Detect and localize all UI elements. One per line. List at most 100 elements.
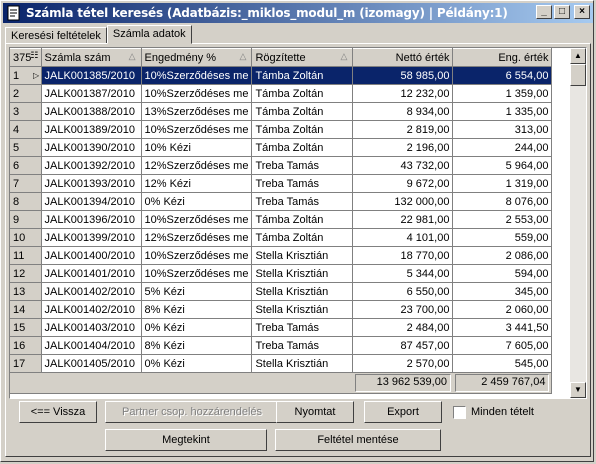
discount-cell[interactable]: 10%Szerződéses me [141,84,253,103]
table-row[interactable]: 10 JALK001399/2010 12%Szerződéses me Támba … [10,228,553,247]
table-row[interactable]: 4 JALK001389/2010 10%Szerződéses me Támba Z… [10,120,553,139]
discount-value-cell[interactable]: 1 335,00 [452,102,553,121]
invoice-number-cell[interactable]: JALK001403/2010 [41,318,142,337]
table-row[interactable]: 7 JALK001393/2010 12% Kézi Treba Tamás 9 672… [10,174,553,193]
row-number-cell[interactable]: 14 [10,300,42,319]
all-items-checkbox[interactable] [453,406,466,419]
save-filter-button[interactable]: Feltétel mentése [275,429,441,451]
discount-cell[interactable]: 8% Kézi [141,336,253,355]
title-bar[interactable]: Számla tétel keresés (Adatbázis:_miklos_… [3,3,593,23]
table-row[interactable]: 9 JALK001396/2010 10%Szerződéses me Támba Z… [10,210,553,229]
invoice-grid[interactable]: 375 ☷ Számla szám △ Engedmény % △ Rögzített… [9,47,587,399]
discount-value-cell[interactable]: 1 319,00 [452,174,553,193]
discount-cell[interactable]: 0% Kézi [141,318,253,337]
recorded-by-cell[interactable]: Treba Tamás [251,192,354,211]
discount-value-cell[interactable]: 2 553,00 [452,210,553,229]
row-number-cell[interactable]: 1 ▷ [10,66,42,85]
discount-value-cell[interactable]: 2 086,00 [452,246,553,265]
net-value-cell[interactable]: 2 196,00 [352,138,454,157]
invoice-number-cell[interactable]: JALK001385/2010 [41,66,142,85]
discount-value-cell[interactable]: 7 605,00 [452,336,553,355]
discount-value-cell[interactable]: 313,00 [452,120,553,139]
recorded-by-cell[interactable]: Támba Zoltán [251,138,354,157]
invoice-number-cell[interactable]: JALK001396/2010 [41,210,142,229]
row-number-cell[interactable]: 5 [10,138,42,157]
back-button[interactable]: <== Vissza [19,401,97,423]
discount-cell[interactable]: 12% Kézi [141,174,253,193]
recorded-by-cell[interactable]: Támba Zoltán [251,228,354,247]
recorded-by-cell[interactable]: Stella Krisztián [251,354,354,373]
recorded-by-cell[interactable]: Támba Zoltán [251,210,354,229]
net-value-cell[interactable]: 43 732,00 [352,156,454,175]
table-row[interactable]: 8 JALK001394/2010 0% Kézi Treba Tamás 132 00… [10,192,553,211]
table-row[interactable]: 2 JALK001387/2010 10%Szerződéses me Támba Z… [10,84,553,103]
col-header-invoice-number[interactable]: Számla szám △ [41,48,142,67]
recorded-by-cell[interactable]: Stella Krisztián [251,246,354,265]
row-number-cell[interactable]: 8 [10,192,42,211]
table-row[interactable]: 17 JALK001405/2010 0% Kézi Stella Krisztián… [10,354,553,373]
discount-cell[interactable]: 8% Kézi [141,300,253,319]
discount-cell[interactable]: 10%Szerződéses me [141,66,253,85]
net-value-cell[interactable]: 132 000,00 [352,192,454,211]
invoice-number-cell[interactable]: JALK001402/2010 [41,282,142,301]
table-row[interactable]: 11 JALK001400/2010 10%Szerződéses me Stella… [10,246,553,265]
row-number-cell[interactable]: 6 [10,156,42,175]
row-number-cell[interactable]: 7 [10,174,42,193]
discount-cell[interactable]: 10%Szerződéses me [141,210,253,229]
row-number-cell[interactable]: 16 [10,336,42,355]
discount-value-cell[interactable]: 244,00 [452,138,553,157]
net-value-cell[interactable]: 5 344,00 [352,264,454,283]
discount-cell[interactable]: 10% Kézi [141,138,253,157]
net-value-cell[interactable]: 2 570,00 [352,354,454,373]
discount-cell[interactable]: 0% Kézi [141,354,253,373]
invoice-number-cell[interactable]: JALK001389/2010 [41,120,142,139]
discount-value-cell[interactable]: 6 554,00 [452,66,553,85]
recorded-by-cell[interactable]: Támba Zoltán [251,120,354,139]
table-row[interactable]: 3 JALK001388/2010 13%Szerződéses me Támba Z… [10,102,553,121]
invoice-number-cell[interactable]: JALK001392/2010 [41,156,142,175]
print-button[interactable]: Nyomtat [276,401,354,423]
table-row[interactable]: 15 JALK001403/2010 0% Kézi Treba Tamás 2 484… [10,318,553,337]
invoice-number-cell[interactable]: JALK001404/2010 [41,336,142,355]
recorded-by-cell[interactable]: Stella Krisztián [251,300,354,319]
table-row[interactable]: 6 JALK001392/2010 12%Szerződéses me Treba T… [10,156,553,175]
discount-value-cell[interactable]: 2 060,00 [452,300,553,319]
discount-value-cell[interactable]: 8 076,00 [452,192,553,211]
col-header-net-value[interactable]: Nettó érték [352,48,454,67]
row-number-cell[interactable]: 17 [10,354,42,373]
table-row[interactable]: 1 ▷ JALK001385/2010 10%Szerződéses me Támba … [10,66,553,85]
invoice-number-cell[interactable]: JALK001399/2010 [41,228,142,247]
table-row[interactable]: 5 JALK001390/2010 10% Kézi Támba Zoltán 2 19… [10,138,553,157]
invoice-number-cell[interactable]: JALK001402/2010 [41,300,142,319]
net-value-cell[interactable]: 22 981,00 [352,210,454,229]
net-value-cell[interactable]: 4 101,00 [352,228,454,247]
net-value-cell[interactable]: 87 457,00 [352,336,454,355]
net-value-cell[interactable]: 23 700,00 [352,300,454,319]
net-value-cell[interactable]: 8 934,00 [352,102,454,121]
net-value-cell[interactable]: 58 985,00 [352,66,454,85]
column-chooser-icon[interactable]: ☷ [30,50,38,61]
row-number-cell[interactable]: 13 [10,282,42,301]
discount-cell[interactable]: 12%Szerződéses me [141,156,253,175]
net-value-cell[interactable]: 2 484,00 [352,318,454,337]
discount-value-cell[interactable]: 345,00 [452,282,553,301]
invoice-number-cell[interactable]: JALK001401/2010 [41,264,142,283]
col-header-recorded-by[interactable]: Rögzítette △ [251,48,354,67]
vertical-scrollbar[interactable]: ▲ ▼ [570,48,586,398]
recorded-by-cell[interactable]: Támba Zoltán [251,84,354,103]
row-number-cell[interactable]: 9 [10,210,42,229]
scroll-thumb[interactable] [570,64,586,86]
invoice-number-cell[interactable]: JALK001388/2010 [41,102,142,121]
invoice-number-cell[interactable]: JALK001390/2010 [41,138,142,157]
invoice-number-cell[interactable]: JALK001387/2010 [41,84,142,103]
col-header-discount-value[interactable]: Eng. érték [452,48,553,67]
row-number-cell[interactable]: 15 [10,318,42,337]
partner-group-assign-button[interactable]: Partner csop. hozzárendelés [105,401,279,423]
discount-cell[interactable]: 10%Szerződéses me [141,264,253,283]
tab-search-criteria[interactable]: Keresési feltételek [5,27,107,44]
invoice-number-cell[interactable]: JALK001393/2010 [41,174,142,193]
scroll-down-icon[interactable]: ▼ [570,382,586,398]
discount-value-cell[interactable]: 1 359,00 [452,84,553,103]
row-count-header[interactable]: 375 ☷ [10,48,42,67]
discount-cell[interactable]: 10%Szerződéses me [141,246,253,265]
